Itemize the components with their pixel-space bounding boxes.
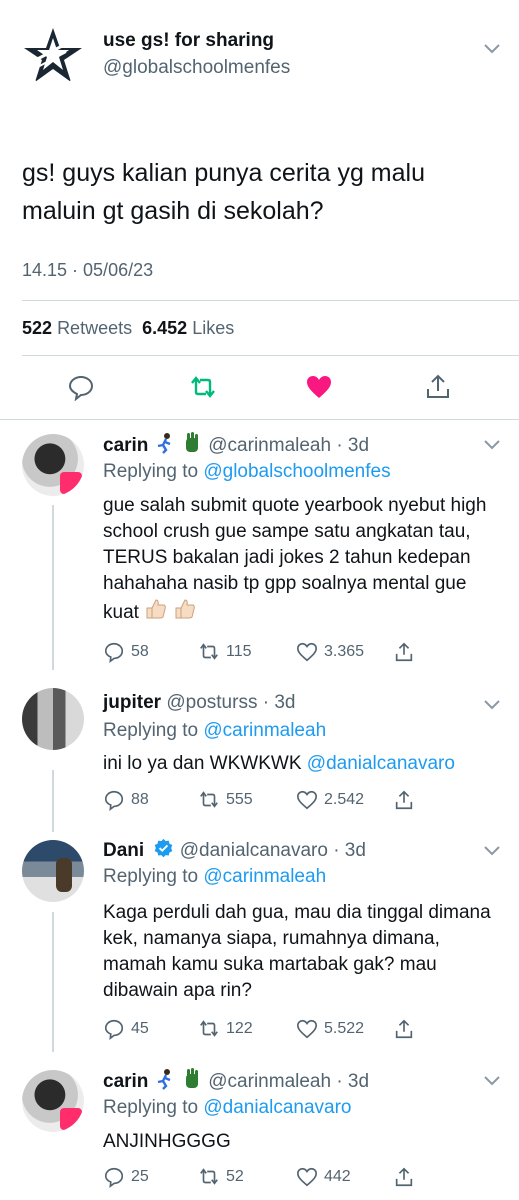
avatar[interactable] [22, 688, 84, 750]
star-logo-icon [24, 28, 82, 82]
like-button[interactable]: 5.522 [296, 1016, 364, 1042]
retweet-icon[interactable] [189, 373, 217, 401]
retweet-button[interactable]: 122 [198, 1016, 253, 1042]
reply-icon [104, 790, 124, 811]
avatar[interactable] [22, 434, 84, 496]
retweet-icon [200, 1168, 218, 1185]
reply-icon [104, 1019, 124, 1040]
share-button[interactable] [393, 787, 415, 813]
retweet-icon [200, 791, 218, 808]
replying-to: Replying to @carinmaleah [103, 720, 327, 741]
like-button[interactable]: 3.365 [296, 639, 364, 665]
runner-emoji [157, 433, 171, 454]
like-count[interactable]: 6.452 [142, 318, 187, 338]
reply-text: gue salah submit quote yearbook nyebut h… [103, 495, 487, 623]
like-icon-filled[interactable] [305, 373, 333, 401]
reply-actions: 88 555 2.542 [103, 787, 513, 813]
chevron-down-icon[interactable] [483, 1074, 501, 1088]
reply-actions: 45 122 5.522 [103, 1016, 513, 1042]
tweet-text: gs! guys kalian punya cerita yg malu mal… [22, 159, 425, 225]
retweet-count[interactable]: 522 [22, 318, 52, 338]
reply-button[interactable]: 58 [103, 639, 149, 665]
reply-author-name[interactable]: carin [103, 1071, 148, 1092]
like-icon [297, 1167, 317, 1187]
reply-icon [104, 1167, 124, 1188]
account-handle[interactable]: @globalschoolmenfes [103, 57, 290, 79]
tweet-timestamp[interactable]: 14.15 · 05/06/23 [22, 260, 153, 281]
reply-actions: 25 52 442 [103, 1164, 513, 1190]
reply-text: ini lo ya dan WKWKWK @danialcanavaro [103, 753, 455, 774]
replying-to: Replying to @globalschoolmenfes [103, 461, 391, 482]
like-button[interactable]: 2.542 [296, 787, 364, 813]
share-button[interactable] [393, 639, 415, 665]
retweet-icon [200, 1020, 218, 1037]
reply-actions: 58 115 3.365 [103, 639, 513, 665]
reply-handle-time[interactable]: @carinmaleah · 3d [208, 435, 369, 456]
like-icon [297, 642, 317, 662]
account-avatar[interactable] [22, 24, 84, 86]
retweet-label[interactable]: Retweets [57, 318, 132, 338]
reply-handle-time[interactable]: @carinmaleah · 3d [208, 1071, 369, 1092]
reply-author-name[interactable]: Dani [103, 840, 144, 861]
share-button[interactable] [393, 1164, 415, 1190]
reply-icon[interactable] [67, 373, 95, 401]
reply-author-name[interactable]: carin [103, 435, 148, 456]
share-icon [395, 1019, 413, 1039]
retweet-button[interactable]: 555 [198, 787, 253, 813]
replying-to: Replying to @carinmaleah [103, 866, 327, 887]
chevron-down-icon[interactable] [483, 844, 501, 858]
share-icon [395, 642, 413, 662]
mention-link[interactable]: @danialcanavaro [307, 753, 455, 774]
share-button[interactable] [393, 1016, 415, 1042]
tweet-stats: 522 Retweets 6.452 Likes [22, 318, 234, 339]
verified-badge-icon [155, 838, 173, 858]
reply-button[interactable]: 45 [103, 1016, 149, 1042]
share-icon [395, 790, 413, 810]
divider [0, 419, 519, 420]
raised-back-of-hand-emoji [185, 1068, 198, 1088]
reply-handle-time[interactable]: @posturss · 3d [166, 692, 295, 713]
reply-button[interactable]: 88 [103, 787, 149, 813]
divider [22, 355, 519, 356]
raised-back-of-hand-emoji [185, 432, 198, 452]
like-label[interactable]: Likes [192, 318, 234, 338]
retweet-icon [200, 643, 218, 660]
reply-text: Kaga perduli dah gua, mau dia tinggal di… [103, 902, 491, 1001]
share-icon[interactable] [424, 373, 452, 401]
chevron-down-icon[interactable] [483, 698, 501, 712]
reply-text: ANJINHGGGG [103, 1131, 231, 1152]
chevron-down-icon[interactable] [483, 42, 501, 56]
retweet-button[interactable]: 52 [198, 1164, 244, 1190]
main-tweet: use gs! for sharing @globalschoolmenfes … [0, 0, 519, 420]
like-button[interactable]: 442 [296, 1164, 351, 1190]
replying-to-link[interactable]: @carinmaleah [203, 720, 326, 741]
reply-author-name[interactable]: jupiter [103, 692, 161, 713]
reply-button[interactable]: 25 [103, 1164, 149, 1190]
reply-handle-time[interactable]: @danialcanavaro · 3d [180, 840, 366, 861]
like-icon [297, 1019, 317, 1039]
chevron-down-icon[interactable] [483, 438, 501, 452]
avatar[interactable] [22, 1070, 84, 1132]
reply-icon [104, 642, 124, 663]
replying-to-link[interactable]: @globalschoolmenfes [203, 461, 390, 482]
retweet-button[interactable]: 115 [198, 639, 252, 665]
replying-to-link[interactable]: @carinmaleah [203, 866, 326, 887]
thumbs-up-emoji [175, 599, 196, 619]
replying-to: Replying to @danialcanavaro [103, 1097, 352, 1118]
replying-to-link[interactable]: @danialcanavaro [203, 1097, 351, 1118]
account-name[interactable]: use gs! for sharing [103, 30, 274, 52]
share-icon [395, 1167, 413, 1187]
avatar[interactable] [22, 840, 84, 902]
divider [22, 300, 519, 301]
runner-emoji [157, 1069, 171, 1090]
like-icon [297, 790, 317, 810]
thumbs-up-emoji [146, 599, 167, 619]
